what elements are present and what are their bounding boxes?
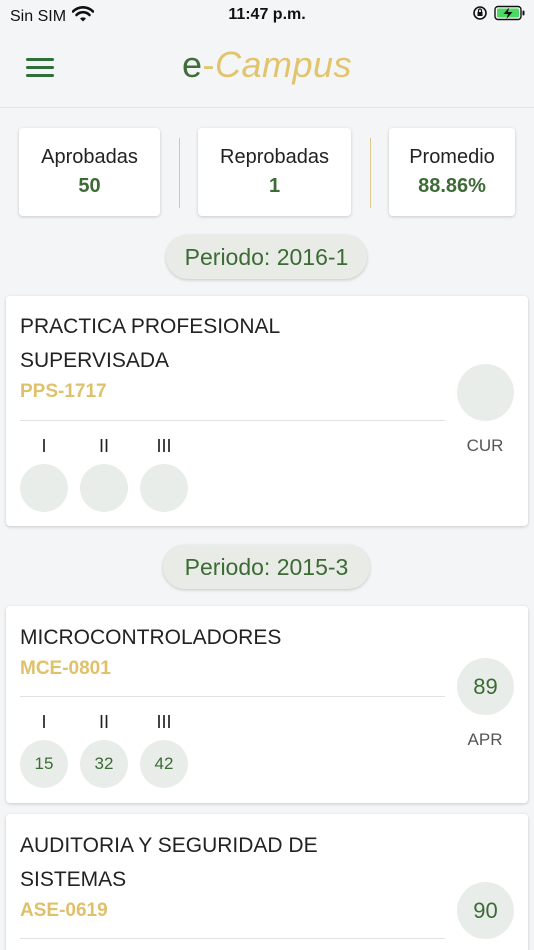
course-divider: [20, 938, 445, 939]
partial-score: 32: [80, 740, 128, 788]
clock: 11:47 p.m.: [228, 6, 306, 23]
partial-label: I: [41, 436, 47, 456]
stat-value: 50: [78, 175, 101, 197]
stat-card-aprobadas: Aprobadas 50: [19, 128, 160, 216]
partial-score: [80, 464, 128, 512]
period-chip: Periodo: 2015-3: [163, 545, 370, 589]
course-name-line: SISTEMAS: [20, 868, 127, 891]
orientation-lock-icon: [472, 5, 488, 26]
partial-label: III: [156, 436, 172, 456]
app-bar: e-Campus: [0, 30, 534, 108]
app-title-campus: Campus: [214, 44, 353, 85]
partial-label: III: [156, 712, 172, 732]
partial-score: [20, 464, 68, 512]
status-bar: Sin SIM 11:47 p.m.: [0, 0, 534, 30]
course-divider: [20, 420, 445, 421]
course-name-line: PRACTICA PROFESIONAL: [20, 315, 281, 338]
partial-score: [140, 464, 188, 512]
partial-label: II: [98, 712, 109, 732]
course-name-line: SUPERVISADA: [20, 349, 169, 372]
final-grade: 89: [457, 658, 514, 715]
partial-score: 15: [20, 740, 68, 788]
course-name: PRACTICA PROFESIONAL SUPERVISADA: [20, 310, 440, 378]
stat-label: Aprobadas: [41, 146, 138, 168]
course-status: CUR: [466, 436, 504, 455]
course-code: MCE-0801: [20, 658, 111, 679]
course-card[interactable]: MICROCONTROLADORES MCE-0801 I II III 15 …: [6, 606, 528, 803]
period-chip: Periodo: 2016-1: [166, 235, 367, 279]
partial-label: I: [41, 712, 47, 732]
stat-label: Reprobadas: [220, 146, 329, 168]
final-grade: [457, 364, 514, 421]
course-code: PPS-1717: [20, 381, 107, 402]
course-card[interactable]: AUDITORIA Y SEGURIDAD DE SISTEMAS ASE-06…: [6, 814, 528, 950]
stat-value: 1: [268, 175, 281, 197]
stat-label: Promedio: [409, 146, 495, 168]
partial-label: II: [98, 436, 109, 456]
app-title: e-Campus: [0, 44, 534, 86]
partial-score: 42: [140, 740, 188, 788]
stat-card-promedio: Promedio 88.86%: [389, 128, 515, 216]
course-code: ASE-0619: [20, 900, 108, 921]
course-name-line: MICROCONTROLADORES: [20, 626, 282, 649]
course-name: AUDITORIA Y SEGURIDAD DE SISTEMAS: [20, 829, 440, 897]
battery-charging-icon: [494, 5, 526, 26]
final-grade: 90: [457, 882, 514, 939]
course-card[interactable]: PRACTICA PROFESIONAL SUPERVISADA PPS-171…: [6, 296, 528, 526]
stat-value: 88.86%: [418, 175, 486, 197]
stat-divider: [370, 138, 371, 208]
course-name: MICROCONTROLADORES: [20, 621, 440, 655]
app-title-dash: -: [202, 44, 215, 85]
stat-divider: [179, 138, 180, 208]
course-divider: [20, 696, 445, 697]
course-name-line: AUDITORIA Y SEGURIDAD DE: [20, 834, 318, 857]
stat-card-reprobadas: Reprobadas 1: [198, 128, 351, 216]
course-status: APR: [467, 730, 503, 749]
app-title-e: e: [181, 44, 203, 85]
